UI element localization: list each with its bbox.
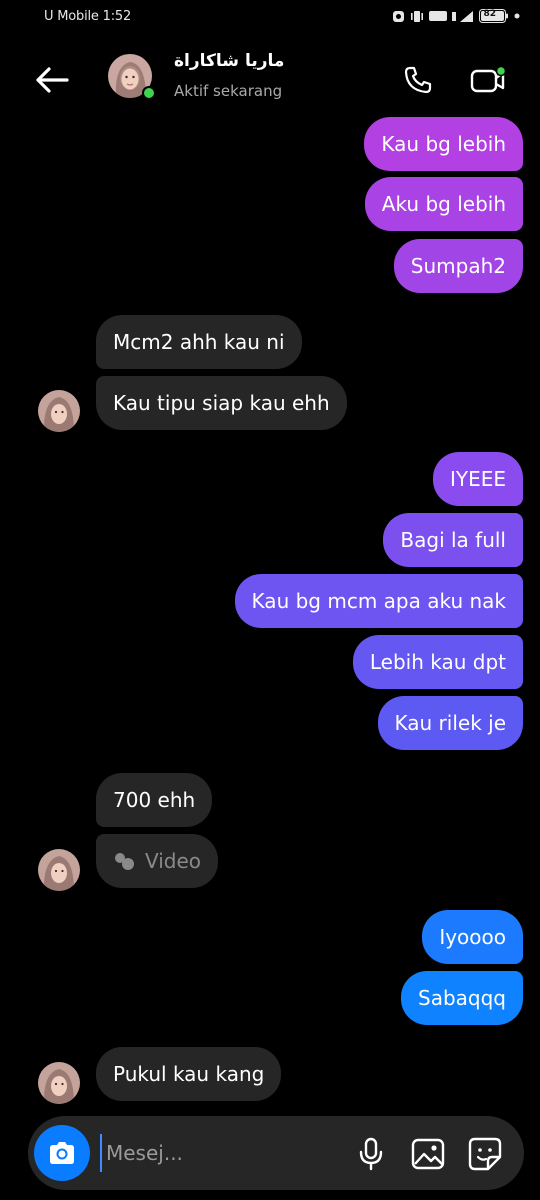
sticker-button[interactable] [466,1135,504,1173]
video-icon [115,853,134,870]
sent-message[interactable]: Aku bg lebih [364,177,523,231]
received-message[interactable]: Kau tipu siap kau ehh [96,376,347,430]
avatar-photo-icon [38,849,80,891]
sender-avatar[interactable] [38,1062,80,1104]
voice-message-button[interactable] [352,1135,390,1173]
microphone-icon [359,1137,383,1171]
message-input[interactable] [100,1134,340,1172]
sent-message[interactable]: Sumpah2 [393,239,523,293]
chat-screen: U Mobile 1:52 82 ماريا شاكاراة Aktif sek… [0,0,540,1200]
avatar-photo-icon [38,390,80,432]
gallery-icon [411,1138,445,1170]
camera-button[interactable] [34,1125,90,1181]
sent-message[interactable]: Kau rilek je [377,696,523,750]
sender-avatar[interactable] [38,849,80,891]
message-composer [28,1116,524,1190]
camera-icon [50,1142,74,1164]
video-label: Video [145,849,202,873]
sticker-icon [468,1137,502,1171]
sent-message[interactable]: Kau bg lebih [364,117,523,171]
sent-message[interactable]: Kau bg mcm apa aku nak [234,574,523,628]
sent-message[interactable]: Bagi la full [383,513,523,567]
message-list: Kau bg lebih Aku bg lebih Sumpah2 Mcm2 a… [0,0,540,1110]
video-attachment-content: Video [113,834,201,888]
gallery-button[interactable] [409,1135,447,1173]
received-message[interactable]: Mcm2 ahh kau ni [96,315,302,369]
received-message[interactable]: 700 ehh [96,773,213,827]
sent-message[interactable]: Sabaqqq [401,971,523,1025]
sent-message[interactable]: Lebih kau dpt [352,635,523,689]
sent-message[interactable]: Iyoooo [422,910,523,964]
received-message[interactable]: Pukul kau kang [96,1047,282,1101]
video-attachment[interactable]: Video [96,834,219,888]
sender-avatar[interactable] [38,390,80,432]
sent-message[interactable]: IYEEE [432,452,523,506]
avatar-photo-icon [38,1062,80,1104]
